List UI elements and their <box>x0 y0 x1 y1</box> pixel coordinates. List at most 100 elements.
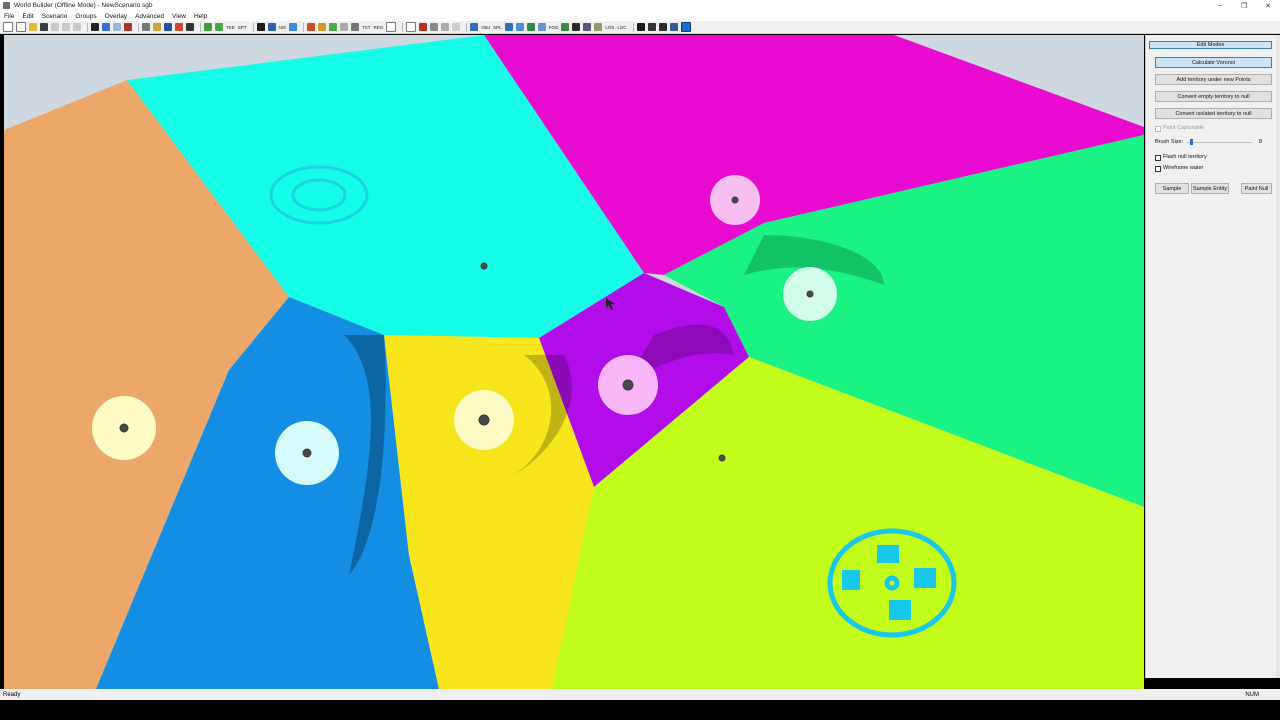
maximize-button[interactable]: ❐ <box>1232 0 1256 11</box>
los-label[interactable]: LOS <box>605 25 614 30</box>
delete-icon[interactable] <box>91 23 99 31</box>
paint-null-button[interactable]: Paint Null <box>1241 183 1272 194</box>
blank-icon[interactable] <box>452 23 461 31</box>
paste-icon[interactable] <box>73 23 81 31</box>
menu-overlay[interactable]: Overlay <box>101 13 131 20</box>
flag-marker <box>731 196 739 204</box>
menu-scenario[interactable]: Scenario <box>38 13 72 20</box>
entity-icon[interactable] <box>572 23 581 31</box>
rotate-icon[interactable] <box>164 23 172 31</box>
reg-label[interactable]: REG <box>374 25 384 30</box>
water-icon[interactable] <box>267 23 276 31</box>
help-icon[interactable] <box>680 22 691 32</box>
add-territory-button[interactable]: Add territory under new Points <box>1155 74 1272 85</box>
flag-marker <box>718 454 726 462</box>
view-top-icon[interactable] <box>470 23 479 31</box>
paint-icon[interactable] <box>215 23 223 31</box>
cut-icon[interactable] <box>51 23 59 31</box>
menu-groups[interactable]: Groups <box>71 13 100 20</box>
debug-icon[interactable] <box>669 23 678 31</box>
toolbar-separator <box>200 22 201 32</box>
status-bar: Ready NUM <box>0 689 1280 700</box>
capture-icon[interactable] <box>658 23 667 31</box>
tree-icon[interactable] <box>204 23 212 31</box>
spt-label[interactable]: SPT <box>238 25 247 30</box>
new-scenario-icon[interactable] <box>16 22 26 32</box>
fog-label[interactable]: FOG <box>549 25 559 30</box>
ruler-icon[interactable] <box>441 23 450 31</box>
scale-icon[interactable] <box>175 23 183 31</box>
app-icon <box>3 2 10 9</box>
shield-icon[interactable] <box>561 23 570 31</box>
terrain-icon[interactable] <box>504 23 513 31</box>
menu-advanced[interactable]: Advanced <box>131 13 168 20</box>
light-icon[interactable] <box>289 23 298 31</box>
overlay-icon[interactable] <box>537 23 546 31</box>
nis-label[interactable]: NIS <box>279 25 287 30</box>
redo-icon[interactable] <box>113 23 121 31</box>
edit-panel: Edit Modes Calculate Voronoi Add territo… <box>1145 35 1277 678</box>
menu-file[interactable]: File <box>0 13 18 20</box>
menu-edit[interactable]: Edit <box>18 13 37 20</box>
brush-size-label: Brush Size: <box>1155 139 1184 145</box>
toolbar-separator <box>138 22 139 32</box>
close-button[interactable]: ✕ <box>1256 0 1280 11</box>
frame-icon[interactable] <box>386 22 397 32</box>
edit-modes-button[interactable]: Edit Modes <box>1149 41 1272 49</box>
sky-icon[interactable] <box>515 23 524 31</box>
menu-help[interactable]: Help <box>190 13 211 20</box>
flash-null-checkbox[interactable] <box>1155 155 1161 161</box>
arrow-icon[interactable] <box>430 23 439 31</box>
menu-view[interactable]: View <box>168 13 190 20</box>
save-icon[interactable] <box>40 23 48 31</box>
camera-icon[interactable] <box>256 23 265 31</box>
minimize-button[interactable]: – <box>1208 0 1232 11</box>
panel-scrollbar[interactable] <box>1276 35 1280 678</box>
tke-label[interactable]: TKE <box>226 25 235 30</box>
copy-icon[interactable] <box>62 23 70 31</box>
brush-size-slider-thumb[interactable] <box>1190 139 1193 145</box>
wireframe-water-checkbox[interactable] <box>1155 166 1161 172</box>
open-folder-icon[interactable] <box>29 23 37 31</box>
territory-icon[interactable] <box>526 23 535 31</box>
txt-label[interactable]: TXT <box>362 25 371 30</box>
marker-icon[interactable] <box>307 23 316 31</box>
convert-isolated-button[interactable]: Convert isolated territory to null <box>1155 108 1272 119</box>
squad-icon[interactable] <box>583 23 592 31</box>
path-icon[interactable] <box>351 23 360 31</box>
flag-icon[interactable] <box>318 23 327 31</box>
new-file-icon[interactable] <box>3 22 13 32</box>
obj-label[interactable]: OBJ <box>481 25 490 30</box>
toolbar-separator <box>466 22 468 32</box>
path-node-icon[interactable] <box>594 23 603 31</box>
status-text: Ready <box>3 691 21 698</box>
properties-icon[interactable] <box>124 23 132 31</box>
window-controls: – ❐ ✕ <box>1208 0 1280 11</box>
player-icon[interactable] <box>647 23 656 31</box>
wireframe-water-label: Wireframe water <box>1163 165 1204 171</box>
area-icon[interactable] <box>329 23 338 31</box>
spl-label[interactable]: SPL <box>493 25 502 30</box>
flag-marker <box>480 262 488 270</box>
undo-icon[interactable] <box>102 23 110 31</box>
line-icon[interactable] <box>340 23 349 31</box>
3d-viewport[interactable] <box>4 35 1144 689</box>
grid-icon[interactable] <box>406 22 417 32</box>
window-title: World Builder (Offline Mode) - NewScenar… <box>14 2 153 9</box>
gizmo-icon[interactable] <box>186 23 194 31</box>
brush-size-value: 8 <box>1259 139 1263 145</box>
flag2-icon[interactable] <box>636 23 645 31</box>
brush-size-slider[interactable] <box>1187 142 1252 143</box>
pin-icon[interactable] <box>419 23 428 31</box>
sample-entity-button[interactable]: Sample Entity <box>1191 183 1229 194</box>
convert-empty-button[interactable]: Convert empty territory to null <box>1155 91 1272 102</box>
paint-capturable-checkbox[interactable] <box>1155 126 1161 132</box>
calculate-voronoi-button[interactable]: Calculate Voronoi <box>1155 57 1272 68</box>
toolbar: TKE SPT NIS TXT REG OBJ SPL FOG LOS LOC <box>0 21 1280 34</box>
sample-button[interactable]: Sample <box>1155 183 1189 194</box>
select-icon[interactable] <box>142 23 150 31</box>
loc-label[interactable]: LOC <box>617 25 626 30</box>
flag-marker <box>622 379 634 391</box>
move-icon[interactable] <box>153 23 161 31</box>
territory-map[interactable] <box>4 35 1144 689</box>
